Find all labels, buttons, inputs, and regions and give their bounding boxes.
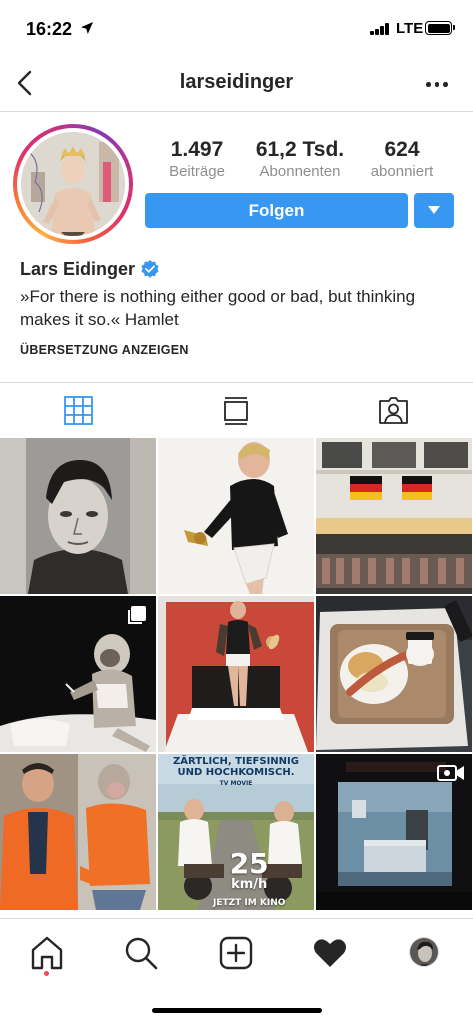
post-breakfast-tray[interactable] [316,596,472,752]
follow-button[interactable]: Folgen [145,193,408,228]
profile-header: larseidinger [0,58,473,112]
profile-tabs [0,382,473,438]
caret-down-icon [428,206,440,214]
home-notification-dot [44,971,49,976]
poster-speed: 25 [229,847,269,880]
post-portrait-drawing[interactable] [0,438,156,594]
home-icon[interactable] [27,933,67,973]
following-count: 624 [384,138,420,161]
profile-name: Lars Eidinger [20,259,136,279]
multiple-posts-icon [128,606,146,624]
poster-title-block: 25 km/h JETZT IM KINO [213,847,286,909]
tab-tagged[interactable] [316,383,473,439]
followers-label: Abonnenten [259,163,341,180]
poster-headline-line2: UND HOCHKOMISCH. [177,767,295,778]
profile-avatar-icon[interactable] [409,937,439,967]
posts-grid: ZÄRTLICH, TIEFSINNIG UND HOCHKOMISCH. TV… [0,438,473,918]
home-indicator [152,1008,322,1013]
search-icon[interactable] [121,933,161,973]
more-options-icon[interactable] [424,72,450,96]
status-time: 16:22 [26,19,73,39]
post-monkey-dressed-on-chair[interactable] [0,596,156,752]
video-camera-icon [437,765,464,781]
add-post-icon[interactable] [216,933,256,973]
signal-icon [370,23,392,35]
following-label: abonniert [370,163,434,180]
posts-count: 1.497 [170,138,224,161]
profile-avatar [21,132,125,236]
poster-headline: ZÄRTLICH, TIEFSINNIG UND HOCHKOMISCH. TV… [158,756,314,789]
feed-list-icon [224,397,248,425]
poster-unit: km/h [231,877,268,892]
profile-bio: »For there is nothing either good or bad… [20,287,416,329]
suggested-accounts-dropdown-button[interactable] [414,193,454,228]
poster-headline-line1: ZÄRTLICH, TIEFSINNIG [173,756,299,767]
stat-followers[interactable]: 61,2 Tsd. Abonnenten [250,138,350,180]
activity-heart-icon[interactable] [310,933,350,973]
status-bar: 16:22 LTE [0,0,473,58]
network-type: LTE [396,20,424,37]
grid-icon [64,396,93,425]
poster-release: JETZT IM KINO [213,898,286,908]
stat-posts[interactable]: 1.497 Beiträge [162,138,232,180]
tab-grid[interactable] [0,383,157,439]
post-hospital-room[interactable] [316,754,472,910]
posts-label: Beiträge [169,163,225,180]
username-title: larseidinger [179,71,294,93]
battery-icon [425,21,455,35]
tab-feed[interactable] [158,383,315,439]
tagged-person-icon [379,397,408,424]
profile-avatar-story-ring[interactable] [13,124,133,244]
post-building-with-flags[interactable] [316,438,472,594]
verified-badge-icon [141,260,159,278]
post-man-and-baboon-in-orange[interactable] [0,754,156,910]
followers-count: 61,2 Tsd. [255,138,345,161]
post-man-in-black-turtleneck[interactable] [158,438,314,594]
location-arrow-icon [81,22,93,34]
poster-source: TV MOVIE [219,780,253,787]
translate-link[interactable]: ÜBERSETZUNG ANZEIGEN [20,343,189,357]
stat-following[interactable]: 624 abonniert [362,138,442,180]
post-movie-poster[interactable]: ZÄRTLICH, TIEFSINNIG UND HOCHKOMISCH. TV… [158,754,314,910]
post-man-on-hotel-bed[interactable] [158,596,314,752]
